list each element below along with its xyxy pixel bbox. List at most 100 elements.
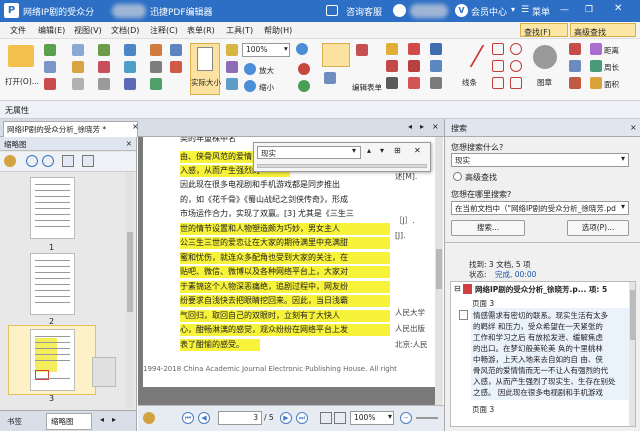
- member-dropdown-icon[interactable]: ▾: [511, 5, 515, 14]
- consult-link[interactable]: 咨询客服: [346, 5, 382, 18]
- maximize-icon[interactable]: ❐: [585, 5, 593, 15]
- zoom-out-label[interactable]: 缩小: [259, 82, 274, 93]
- main-menu-button[interactable]: 菜单: [532, 5, 550, 18]
- panel-close-icon[interactable]: ×: [126, 139, 132, 148]
- zoom-in-icon[interactable]: [244, 63, 256, 75]
- zoom-select[interactable]: 100%: [242, 43, 290, 57]
- document-view[interactable]: 类的年重株中名 由、侠骨风范的爱情 入感，从而产生强烈的 因此现在很多电视剧和手…: [138, 137, 443, 405]
- menu-file[interactable]: 文件: [10, 25, 26, 36]
- open-label[interactable]: 打开(O)...: [5, 76, 39, 87]
- results-scrollbar[interactable]: [629, 282, 635, 426]
- edit-text-icon[interactable]: [150, 44, 162, 56]
- search-panel-close-icon[interactable]: ×: [630, 123, 637, 132]
- page-thumbnail-1[interactable]: [30, 177, 75, 239]
- menu-comment[interactable]: 注释(C): [150, 25, 178, 36]
- menu-icon[interactable]: ☰: [521, 5, 529, 15]
- scope-dropdown-icon[interactable]: ▾: [621, 202, 625, 211]
- arrow-tool-icon[interactable]: [510, 77, 522, 89]
- fit-visible-icon[interactable]: [226, 78, 238, 90]
- eraser-icon[interactable]: [569, 43, 581, 55]
- typewriter-icon[interactable]: [408, 43, 420, 55]
- undo-icon[interactable]: [72, 78, 84, 90]
- perimeter-label[interactable]: 周长: [604, 62, 619, 73]
- print-icon[interactable]: [44, 61, 56, 73]
- snapshot-icon[interactable]: [124, 78, 136, 90]
- zoom-out-icon[interactable]: [244, 80, 256, 92]
- properties-icon[interactable]: [44, 78, 56, 90]
- lines-label[interactable]: 线条: [462, 77, 477, 88]
- collapse-icon[interactable]: ⊟: [454, 284, 461, 293]
- polygon-tool-icon[interactable]: [492, 60, 504, 72]
- query-dropdown-icon[interactable]: ▾: [621, 154, 625, 163]
- fit-width-icon[interactable]: [226, 61, 238, 73]
- crop-icon[interactable]: [150, 78, 162, 90]
- nav-options-icon[interactable]: [143, 412, 155, 424]
- area-icon[interactable]: [569, 77, 581, 89]
- quick-find-tab[interactable]: 查找(F): [520, 23, 568, 37]
- thumb-insert-icon[interactable]: [62, 155, 74, 167]
- line-tool-icon[interactable]: [451, 45, 485, 67]
- options-button[interactable]: 选项(P)...: [567, 220, 629, 236]
- redo-icon[interactable]: [98, 78, 110, 90]
- scan-icon[interactable]: [72, 61, 84, 73]
- cloud-tool-icon[interactable]: [510, 60, 522, 72]
- thumb-zoom-in-icon[interactable]: [26, 155, 38, 167]
- page-thumbnail-2[interactable]: [30, 253, 75, 315]
- search-button[interactable]: 搜索...: [451, 220, 525, 236]
- advanced-search-radio[interactable]: [453, 172, 462, 181]
- result-snippet[interactable]: 情感需求有密切的联系。现实生活有太多 的羁绊 和压力，受众希望在一天紧张的 工作…: [471, 308, 635, 400]
- find-options-icon[interactable]: ⊞: [394, 146, 401, 155]
- select-tool-icon[interactable]: [124, 61, 136, 73]
- find-close-icon[interactable]: ✕: [414, 146, 421, 155]
- page-thumbnail-3[interactable]: [30, 329, 75, 391]
- left-tab-next-icon[interactable]: ▸: [112, 415, 116, 424]
- zoom-in-round-icon[interactable]: [296, 43, 308, 55]
- doc-scrollbar[interactable]: [435, 137, 443, 405]
- select-area-button[interactable]: [322, 43, 350, 67]
- find-next-icon[interactable]: ▾: [380, 146, 384, 155]
- fit-page-icon[interactable]: [226, 44, 238, 56]
- tab-bookmarks[interactable]: 书签: [3, 414, 39, 429]
- perimeter-icon[interactable]: [590, 60, 602, 72]
- user-avatar-icon[interactable]: [393, 4, 406, 17]
- edit-form-label[interactable]: 编辑表单: [352, 82, 382, 93]
- rotate-right-icon[interactable]: [298, 80, 310, 92]
- minimize-icon[interactable]: —: [560, 5, 569, 15]
- find-popup-dropdown-icon[interactable]: ▾: [352, 146, 356, 155]
- tab-next-icon[interactable]: ▸: [420, 122, 424, 131]
- highlight-text-icon[interactable]: [356, 44, 368, 56]
- document-tab[interactable]: 网络IP剧的受众分析_徐晓芳 *: [3, 121, 138, 137]
- tabbar-close-icon[interactable]: ×: [432, 122, 439, 131]
- message-icon[interactable]: [326, 5, 338, 16]
- button-field-icon[interactable]: [386, 60, 398, 72]
- form-tool-icon[interactable]: [324, 72, 336, 84]
- email-icon[interactable]: [72, 44, 84, 56]
- menu-document[interactable]: 文档(D): [111, 25, 139, 36]
- rectangle-tool-icon[interactable]: [492, 43, 504, 55]
- tab-prev-icon[interactable]: ◂: [408, 122, 412, 131]
- add-page-icon[interactable]: [98, 44, 110, 56]
- menu-view[interactable]: 视图(V): [74, 25, 102, 36]
- vip-icon[interactable]: V: [455, 4, 468, 17]
- menu-help[interactable]: 帮助(H): [264, 25, 292, 36]
- hand-tool-icon[interactable]: [124, 44, 136, 56]
- menu-form[interactable]: 表单(R): [187, 25, 215, 36]
- open-folder-icon[interactable]: [8, 45, 34, 67]
- tab-thumbnails[interactable]: 缩略图: [46, 413, 92, 430]
- stamp-icon[interactable]: [533, 45, 557, 69]
- member-center-link[interactable]: 会员中心: [471, 5, 507, 18]
- zoom-in-label[interactable]: 放大: [259, 65, 274, 76]
- close-icon[interactable]: ✕: [614, 3, 622, 14]
- thumb-zoom-out-icon[interactable]: [42, 155, 54, 167]
- menu-edit[interactable]: 编辑(E): [38, 25, 65, 36]
- search-scope-select[interactable]: 在当前文档中（"网络IP剧的受众分析_徐晓芳.pd: [451, 201, 629, 215]
- underline-icon[interactable]: [408, 60, 420, 72]
- delete-page-icon[interactable]: [98, 61, 110, 73]
- doc-scroll-thumb[interactable]: [436, 249, 442, 289]
- area-measure-icon[interactable]: [590, 77, 602, 89]
- search-query-input[interactable]: 现实: [451, 153, 629, 167]
- results-scroll-thumb[interactable]: [630, 290, 635, 340]
- find-popup-input[interactable]: 现实: [257, 146, 361, 159]
- zoom-dropdown-icon[interactable]: ▾: [284, 44, 288, 53]
- find-prev-icon[interactable]: ▴: [367, 146, 371, 155]
